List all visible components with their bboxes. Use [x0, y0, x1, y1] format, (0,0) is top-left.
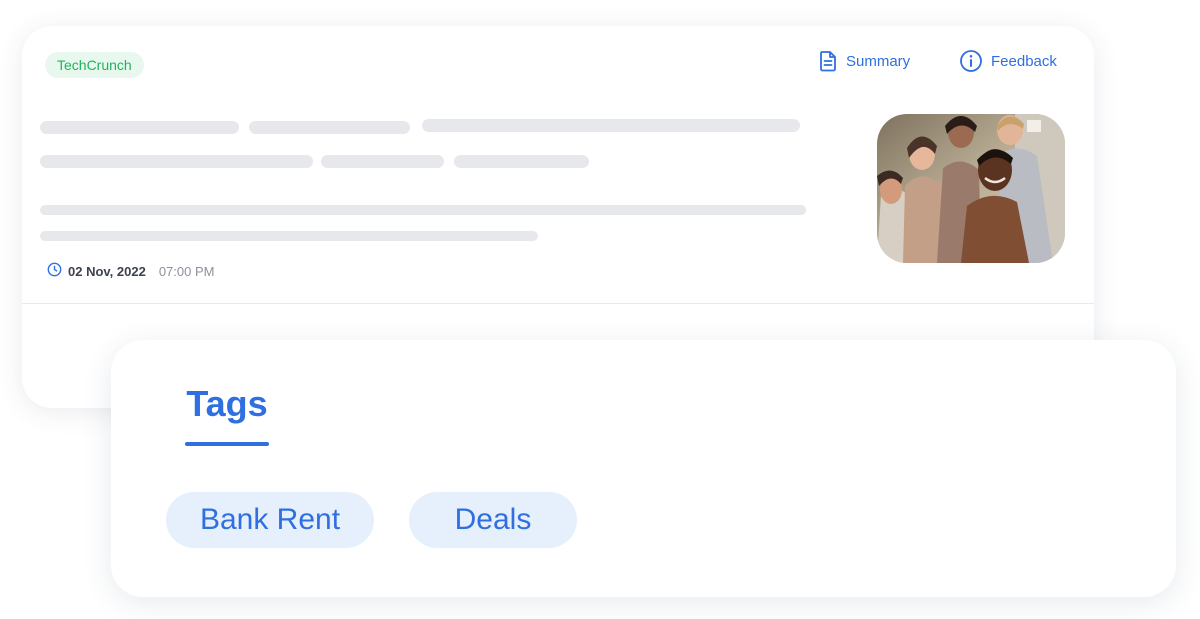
tab-tags[interactable]: Tags [185, 382, 269, 446]
skeleton-line [321, 155, 444, 168]
skeleton-line [40, 231, 538, 241]
skeleton-line [40, 121, 239, 134]
source-badge: TechCrunch [45, 52, 144, 78]
skeleton-line [422, 119, 800, 132]
tab-active-indicator [185, 442, 269, 446]
skeleton-line [454, 155, 589, 168]
clock-icon [47, 262, 62, 280]
skeleton-line [40, 205, 806, 215]
info-icon [959, 49, 983, 73]
tab-tags-label: Tags [186, 383, 268, 424]
feedback-label: Feedback [991, 52, 1057, 70]
tag-chip-deals[interactable]: Deals [409, 492, 577, 548]
skeleton-line [40, 155, 313, 168]
summary-button[interactable]: Summary [818, 48, 910, 74]
article-date: 02 Nov, 2022 [68, 263, 146, 279]
summary-label: Summary [846, 52, 911, 70]
card-divider [22, 303, 1094, 304]
article-time: 07:00 PM [158, 263, 215, 279]
article-thumbnail[interactable] [877, 114, 1065, 263]
feedback-button[interactable]: Feedback [959, 48, 1057, 74]
document-icon [818, 50, 838, 72]
skeleton-line [249, 121, 410, 134]
tags-card: Tags Bank Rent Deals [111, 340, 1176, 597]
article-meta: 02 Nov, 2022 07:00 PM [47, 262, 215, 280]
tag-chip-bank-rent[interactable]: Bank Rent [166, 492, 374, 548]
